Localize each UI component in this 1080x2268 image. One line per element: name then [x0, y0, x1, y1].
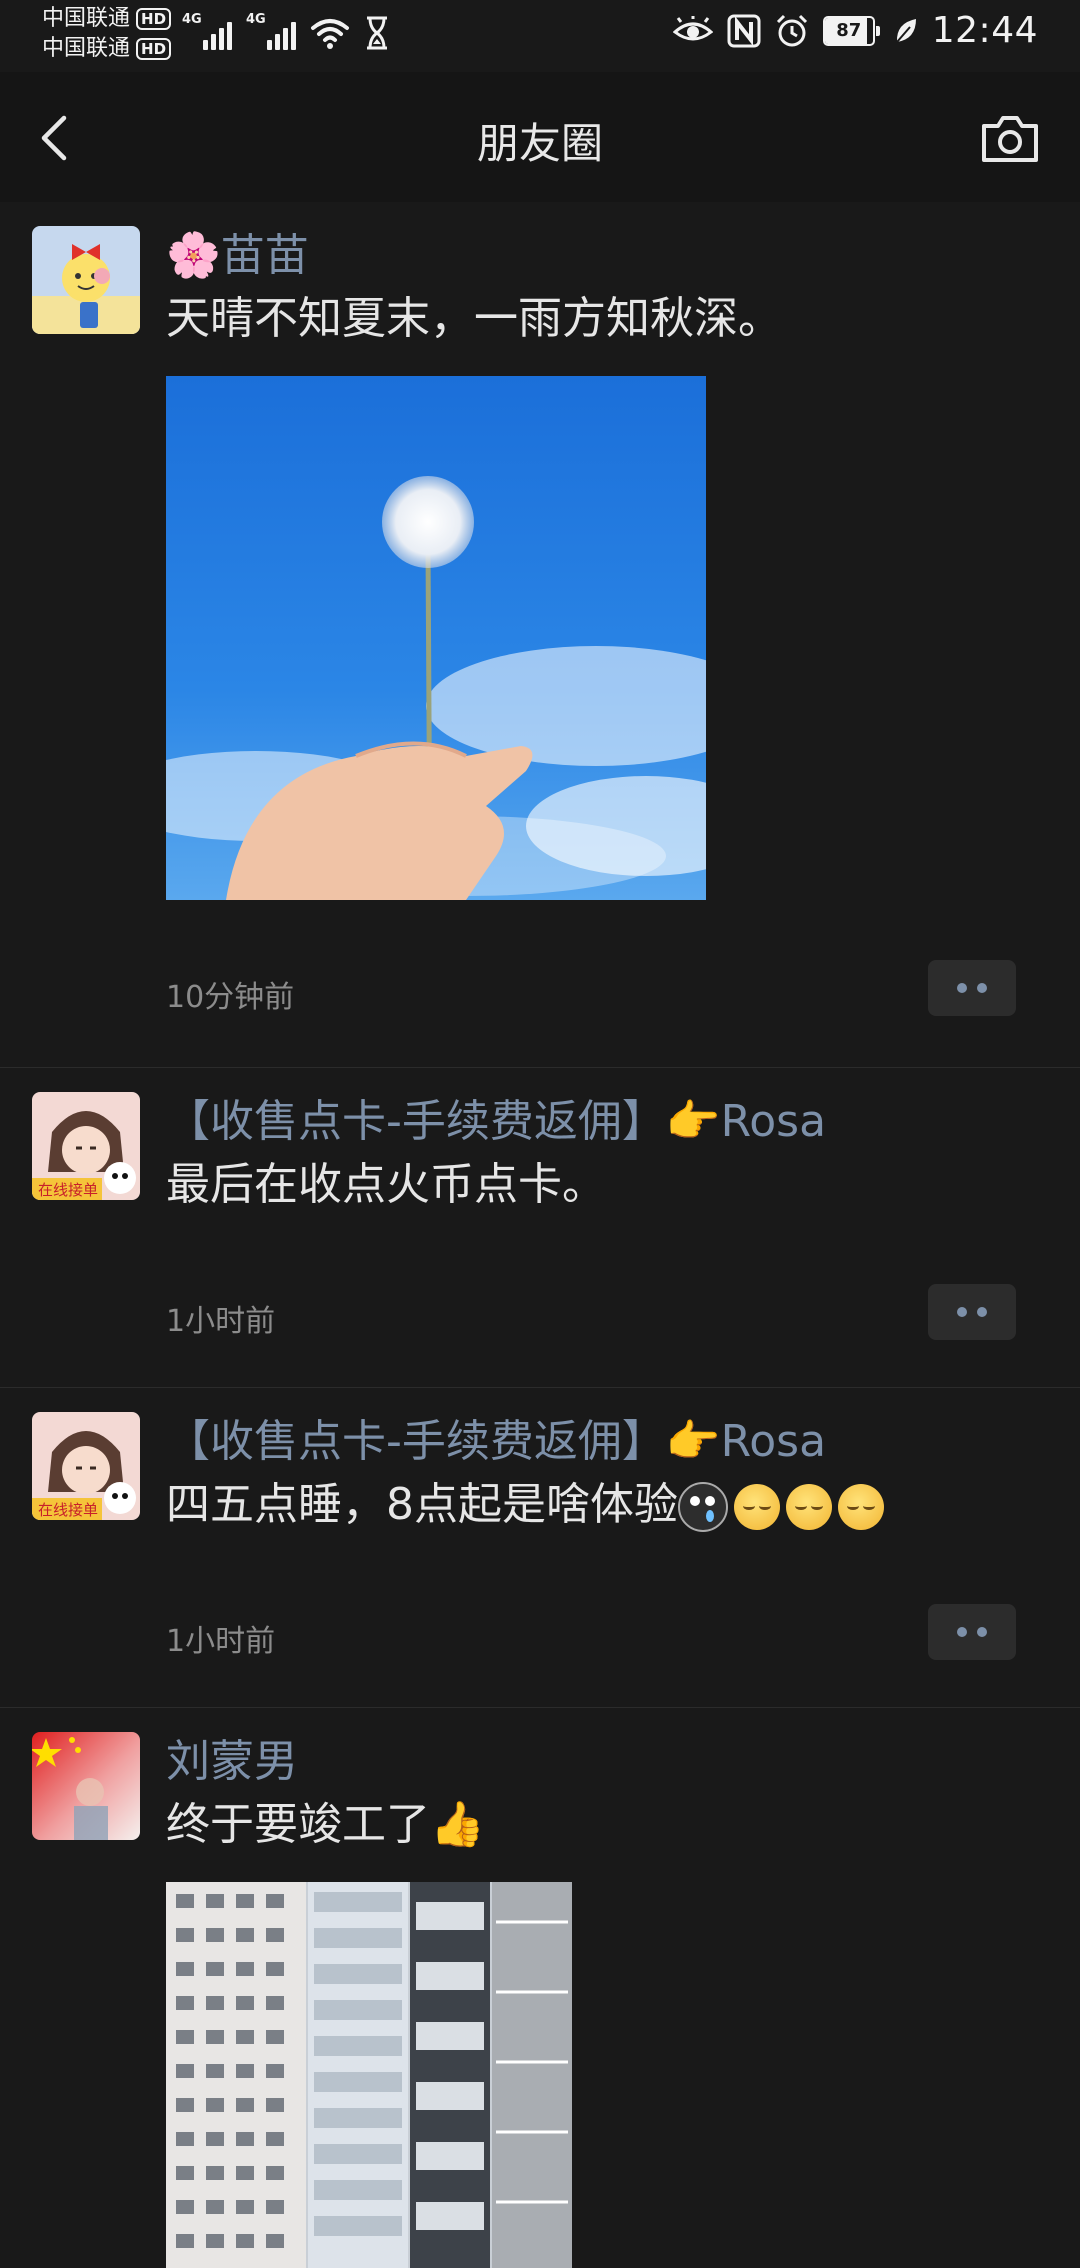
- post-author-name[interactable]: 刘蒙男: [166, 1734, 298, 1790]
- alarm-icon: [776, 14, 807, 46]
- status-bar: 中国联通 HD 中国联通 HD 4G 4G 87 12:44: [0, 0, 1080, 72]
- clock-time: 12:44: [931, 10, 1038, 51]
- battery-icon: 87: [822, 15, 880, 46]
- relieved-face-emoji-icon: [838, 1484, 884, 1530]
- feed-post: 刘蒙男 终于要竣工了👍: [0, 1708, 1080, 2268]
- signal-strength-icon: 4G: [182, 12, 232, 50]
- feed-post: 在线接单 【收售点卡-手续费返佣】👉Rosa 四五点睡，8点起是啥体验 1小时前: [0, 1388, 1080, 1708]
- page-title: 朋友圈: [476, 119, 603, 168]
- feed-post: 🌸苗苗 天晴不知夏末，一雨方知秋深。 10分钟前: [0, 202, 1080, 1068]
- carrier-name-2: 中国联通: [42, 36, 131, 61]
- post-timestamp: 1小时前: [166, 1624, 276, 1659]
- network-type-1: 4G: [182, 12, 202, 27]
- network-type-2: 4G: [246, 12, 266, 27]
- eye-comfort-icon: [672, 15, 713, 40]
- carrier-name-1: 中国联通: [42, 6, 131, 31]
- feed-post: 在线接单 【收售点卡-手续费返佣】👉Rosa 最后在收点火币点卡。 1小时前: [0, 1068, 1080, 1388]
- carrier-info: 中国联通 HD 中国联通 HD: [42, 4, 172, 64]
- signal-strength-icon: 4G: [246, 12, 296, 50]
- post-timestamp: 10分钟前: [166, 980, 295, 1015]
- post-text: 四五点睡，8点起是啥体验: [166, 1476, 884, 1534]
- avatar-badge-text: 在线接单: [38, 1181, 98, 1199]
- hourglass-icon: [367, 16, 387, 50]
- more-actions-button[interactable]: [928, 1284, 1016, 1340]
- crying-emoji-icon: [678, 1482, 728, 1532]
- post-timestamp: 1小时前: [166, 1304, 276, 1339]
- more-actions-button[interactable]: [928, 960, 1016, 1016]
- avatar[interactable]: [32, 226, 140, 334]
- status-right: 87 12:44: [672, 10, 1038, 51]
- post-author-name[interactable]: 【收售点卡-手续费返佣】👉Rosa: [166, 1094, 826, 1150]
- hd-badge: HD: [136, 8, 172, 30]
- hd-badge: HD: [136, 38, 172, 60]
- post-photo[interactable]: [166, 1882, 572, 2268]
- top-navigation-bar: 朋友圈: [0, 72, 1080, 202]
- signal-indicators: 4G 4G: [182, 12, 390, 50]
- post-text: 天晴不知夏末，一雨方知秋深。: [166, 293, 782, 344]
- more-actions-button[interactable]: [928, 1604, 1016, 1660]
- avatar[interactable]: [32, 1732, 140, 1840]
- wifi-icon: [311, 19, 349, 49]
- post-text: 最后在收点火币点卡。: [166, 1159, 606, 1210]
- relieved-face-emoji-icon: [786, 1484, 832, 1530]
- post-photo[interactable]: [166, 376, 706, 900]
- power-saving-leaf-icon: [895, 18, 916, 43]
- avatar[interactable]: 在线接单: [32, 1412, 140, 1520]
- relieved-face-emoji-icon: [734, 1484, 780, 1530]
- avatar-badge-text: 在线接单: [38, 1501, 98, 1519]
- post-author-name[interactable]: 🌸苗苗: [166, 228, 309, 284]
- battery-level: 87: [836, 19, 862, 41]
- moments-feed: 🌸苗苗 天晴不知夏末，一雨方知秋深。 10分钟前 在线接单 【收售点卡-手续费返…: [0, 202, 1080, 2268]
- post-text-content: 四五点睡，8点起是啥体验: [166, 1479, 678, 1530]
- camera-icon[interactable]: [980, 110, 1040, 166]
- nfc-icon: [727, 14, 761, 47]
- avatar[interactable]: 在线接单: [32, 1092, 140, 1200]
- post-author-name[interactable]: 【收售点卡-手续费返佣】👉Rosa: [166, 1414, 826, 1470]
- post-text: 终于要竣工了👍: [166, 1799, 485, 1850]
